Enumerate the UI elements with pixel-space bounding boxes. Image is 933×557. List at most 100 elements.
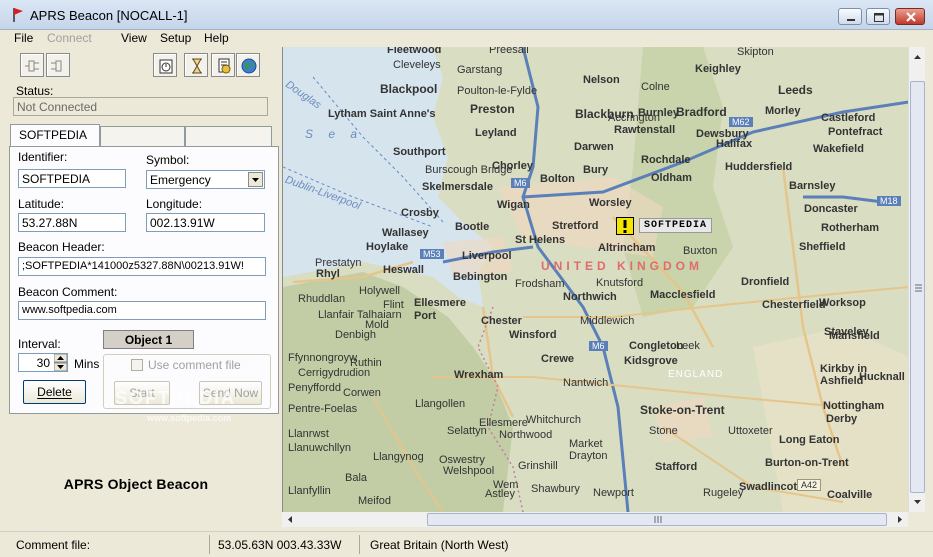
country-label: UNITED KINGDOM — [541, 259, 703, 273]
town-label: Dewsbury — [696, 128, 749, 140]
town-label: Stafford — [655, 461, 698, 473]
vertical-scroll-thumb[interactable] — [910, 81, 925, 493]
close-button[interactable] — [895, 8, 925, 25]
symbol-select[interactable]: Emergency — [146, 170, 265, 189]
town-label: Stretford — [552, 220, 599, 232]
town-label: Stoke-on-Trent — [640, 403, 725, 417]
identifier-input[interactable]: SOFTPEDIA — [18, 169, 126, 188]
town-label: Sheffield — [799, 241, 846, 253]
delete-button[interactable]: Delete — [23, 380, 86, 404]
map-view[interactable]: Douglas Dublin-Liverpool S e a UNITED KI… — [282, 47, 908, 512]
menu-file[interactable]: File — [14, 31, 33, 45]
document-button[interactable] — [211, 53, 235, 77]
arrow-down-icon[interactable] — [909, 496, 926, 508]
town-label: Garstang — [457, 64, 503, 76]
statusbar-region: Great Britain (North West) — [370, 538, 509, 552]
arrow-right-icon[interactable] — [894, 512, 906, 527]
town-label: Middlewich — [580, 315, 635, 327]
menu-setup[interactable]: Setup — [160, 31, 191, 45]
town-label: Llanfyllin — [288, 485, 331, 497]
town-label: Southport — [393, 146, 446, 158]
globe-icon — [241, 58, 257, 74]
town-label: Chorley — [492, 160, 533, 172]
longitude-label: Longitude: — [146, 197, 203, 211]
menu-view[interactable]: View — [121, 31, 147, 45]
town-label: Lytham Saint Anne's — [328, 108, 436, 120]
beacon-marker[interactable] — [616, 217, 634, 235]
town-label: Skelmersdale — [422, 181, 493, 193]
object-tabs: SOFTPEDIA — [10, 124, 272, 146]
town-label: Newport — [593, 487, 634, 499]
town-label: Kidsgrove — [624, 355, 678, 367]
town-label: Wrexham — [454, 369, 504, 381]
arrow-left-icon[interactable] — [284, 512, 296, 527]
map-vertical-scrollbar[interactable] — [908, 47, 925, 512]
town-label: Pontefract — [828, 126, 883, 138]
town-label: Dronfield — [741, 276, 790, 288]
road-shield-m62: M62 — [729, 117, 753, 127]
town-label: Bootle — [455, 221, 490, 233]
town-label: Fleetwood — [387, 47, 442, 56]
status-label: Status: — [16, 84, 54, 98]
statusbar-comment-file: Comment file: — [10, 535, 210, 554]
road-shield-m6: M6 — [511, 178, 530, 188]
tab-3[interactable] — [185, 126, 272, 146]
hourglass-button[interactable] — [184, 53, 208, 77]
region-label: ENGLAND — [668, 369, 724, 380]
town-label: Leyland — [475, 127, 517, 139]
town-label: Colne — [641, 81, 670, 93]
town-label: Welshpool — [443, 465, 495, 477]
town-label: Preesall — [489, 47, 529, 56]
menu-connect[interactable]: Connect — [47, 31, 92, 45]
town-label: Pentre-Foelas — [288, 403, 358, 415]
symbol-label: Symbol: — [146, 153, 190, 167]
latitude-input[interactable]: 53.27.88N — [18, 213, 126, 232]
minimize-button[interactable] — [838, 8, 862, 25]
town-label: Coalville — [827, 489, 873, 501]
town-label: Bala — [345, 472, 368, 484]
longitude-input[interactable]: 002.13.91W — [146, 213, 265, 232]
town-label: Selattyn — [447, 425, 487, 437]
tab-softpedia[interactable]: SOFTPEDIA — [10, 124, 100, 146]
town-label: Chester — [481, 315, 522, 327]
softpedia-watermark-url: www.softpedia.com — [147, 413, 232, 423]
town-label: Northwich — [563, 291, 617, 303]
arrow-up-icon[interactable] — [909, 51, 926, 63]
town-label: Heswall — [383, 264, 424, 276]
town-label: Uttoxeter — [728, 425, 773, 437]
town-label: Skipton — [737, 47, 774, 58]
disconnect-button[interactable] — [46, 53, 70, 77]
town-label: Derby — [826, 413, 858, 425]
town-label: Nantwich — [563, 377, 609, 389]
town-label: Oldham — [651, 172, 692, 184]
identifier-label: Identifier: — [18, 150, 68, 164]
use-comment-file-checkbox[interactable] — [131, 359, 143, 371]
connect-button[interactable] — [20, 53, 44, 77]
town-label: Accrington — [608, 112, 660, 124]
status-field: Not Connected — [13, 97, 268, 116]
beacon-header-input[interactable]: ;SOFTPEDIA*141000z5327.88N\00213.91W! — [18, 257, 266, 276]
emergency-icon — [616, 217, 634, 235]
town-label: Knutsford — [596, 277, 644, 289]
globe-button[interactable] — [236, 53, 260, 77]
town-label: Northwood — [499, 429, 553, 441]
horizontal-scroll-thumb[interactable] — [427, 513, 887, 526]
town-label: Rhuddlan — [298, 293, 346, 305]
menu-help[interactable]: Help — [204, 31, 229, 45]
town-label: Frodsham — [515, 278, 565, 290]
chevron-down-icon[interactable] — [248, 172, 263, 187]
beacon-comment-input[interactable]: www.softpedia.com — [18, 301, 266, 320]
town-label: Huddersfield — [725, 161, 793, 173]
maximize-button[interactable] — [866, 8, 890, 25]
road-shield-m6-south: M6 — [589, 341, 608, 351]
grip-icon — [654, 516, 662, 523]
tab-2[interactable] — [100, 126, 185, 146]
interval-spinner[interactable] — [53, 353, 68, 372]
town-label: Wigan — [497, 199, 530, 211]
map-horizontal-scrollbar[interactable] — [282, 512, 908, 527]
town-label: Hucknall — [859, 371, 905, 383]
delete-button-label: Delete — [37, 385, 72, 399]
town-label: St Helens — [515, 234, 566, 246]
timer-button[interactable] — [153, 53, 177, 77]
town-label: Cerrigydrudion — [298, 367, 371, 379]
